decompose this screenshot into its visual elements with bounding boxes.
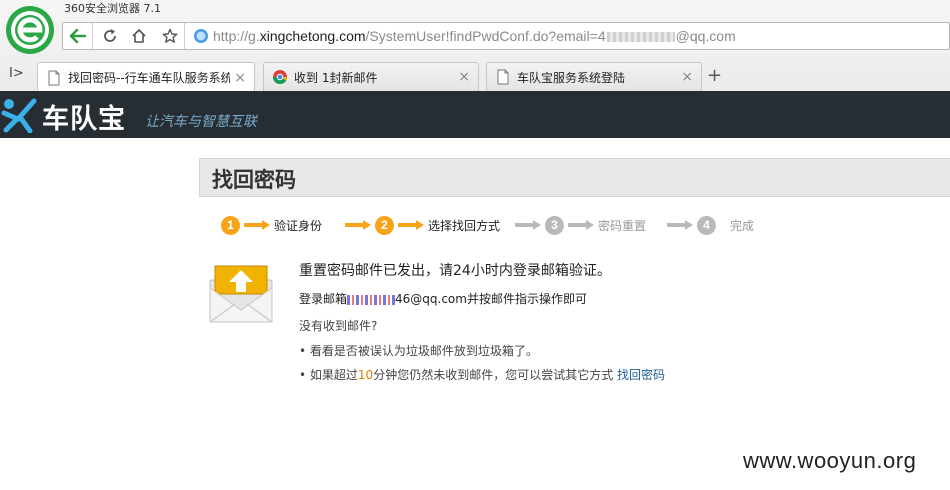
step-number: 4 <box>697 215 716 235</box>
reload-icon <box>104 29 116 42</box>
tab-label: 收到 1封新邮件 <box>294 70 378 85</box>
tab-mail[interactable]: 收到 1封新邮件 × <box>263 62 479 91</box>
tip-highlight-minutes: 10 <box>357 368 374 382</box>
site-slogan: 让汽车与智慧互联 <box>145 114 257 130</box>
close-icon[interactable]: × <box>681 69 693 85</box>
step-number: 1 <box>221 215 240 235</box>
star-icon <box>162 28 177 43</box>
back-button[interactable] <box>63 23 93 49</box>
email-prefix: 登录邮箱 <box>299 292 348 306</box>
site-header: 车队宝 让汽车与智慧互联 <box>0 91 950 138</box>
tab-find-password[interactable]: 找回密码--行车通车队服务系统 × <box>37 62 255 92</box>
chrome-icon <box>273 70 288 85</box>
step-number: 2 <box>375 215 394 235</box>
not-received-heading: 没有收到邮件? <box>299 319 378 333</box>
message-email-line: 登录邮箱 46@qq.com并按邮件指示操作即可 <box>299 290 587 307</box>
redacted-email-mask <box>347 294 396 305</box>
360-browser-logo-icon[interactable] <box>5 5 55 55</box>
tip-text: • 如果超过 <box>299 368 358 382</box>
navigation-bar: http://g.xingchetong.com/SystemUser!find… <box>62 22 950 50</box>
close-icon[interactable]: × <box>234 70 246 86</box>
step-label: 选择找回方式 <box>428 218 501 233</box>
tab-label: 找回密码--行车通车队服务系统 <box>68 71 231 85</box>
back-arrow-icon <box>69 28 86 44</box>
email-suffix: 46@qq.com并按邮件指示操作即可 <box>395 292 587 306</box>
step-choose-method: 2 选择找回方式 <box>345 215 500 235</box>
tip-spam-folder: • 看看是否被误认为垃圾邮件放到垃圾箱了。 <box>299 344 538 358</box>
site-logo-icon <box>1 98 37 133</box>
favorite-button[interactable] <box>155 23 185 49</box>
page-icon <box>497 69 509 85</box>
step-number: 3 <box>545 215 564 235</box>
tip-text: 分钟您仍然未收到邮件，您可以尝试其它方式 <box>373 368 618 382</box>
step-label: 密码重置 <box>598 218 647 233</box>
redacted-email-mask <box>606 32 675 43</box>
step-arrow-icon <box>667 220 693 230</box>
tip-try-other-method: • 如果超过10分钟您仍然未收到邮件，您可以尝试其它方式 找回密码 <box>299 366 665 383</box>
step-arrow-icon <box>244 220 270 230</box>
browser-chrome: 360安全浏览器 7.1 http://g.xingchetong.com/Sy… <box>0 0 950 92</box>
close-icon[interactable]: × <box>458 69 470 85</box>
message-title: 重置密码邮件已发出，请24小时内登录邮箱验证。 <box>299 263 611 279</box>
envelope-icon <box>209 265 273 323</box>
page-title: 找回密码 <box>212 168 296 192</box>
page-title-bar: 找回密码 <box>199 158 950 197</box>
page-icon <box>48 70 60 85</box>
step-complete: 4 完成 <box>667 215 754 235</box>
step-arrow-icon <box>398 220 424 230</box>
find-password-link[interactable]: 找回密码 <box>617 368 665 382</box>
step-arrow-icon <box>515 220 541 230</box>
site-name[interactable]: 车队宝 <box>42 97 126 136</box>
watermark: www.wooyun.org <box>743 448 917 473</box>
tab-label: 车队宝服务系统登陆 <box>517 70 626 85</box>
site-globe-icon <box>194 29 208 43</box>
address-bar-input[interactable]: http://g.xingchetong.com/SystemUser!find… <box>213 28 736 44</box>
step-arrow-icon <box>345 220 371 230</box>
url-prefix: http://g. <box>213 28 260 44</box>
url-path: /SystemUser!findPwdConf.do?email=4 <box>365 28 606 44</box>
url-domain: xingchetong.com <box>259 28 366 44</box>
step-label: 完成 <box>730 218 755 233</box>
app-title: 360安全浏览器 7.1 <box>64 2 161 15</box>
step-label: 验证身份 <box>274 218 323 233</box>
tab-login[interactable]: 车队宝服务系统登陆 × <box>486 62 702 91</box>
step-reset-password: 3 密码重置 <box>515 215 646 235</box>
step-verify-identity: 1 验证身份 <box>221 215 322 235</box>
tab-strip: I> 找回密码--行车通车队服务系统 × 收到 1封新邮件 × 车队宝服务系统登… <box>0 60 950 92</box>
sidebar-toggle-button[interactable]: I> <box>9 66 24 81</box>
home-icon <box>132 29 146 43</box>
step-arrow-icon <box>568 220 594 230</box>
home-button[interactable] <box>124 23 154 49</box>
new-tab-button[interactable]: + <box>707 65 722 86</box>
url-suffix: @qq.com <box>675 28 736 44</box>
reload-button[interactable] <box>95 23 125 49</box>
